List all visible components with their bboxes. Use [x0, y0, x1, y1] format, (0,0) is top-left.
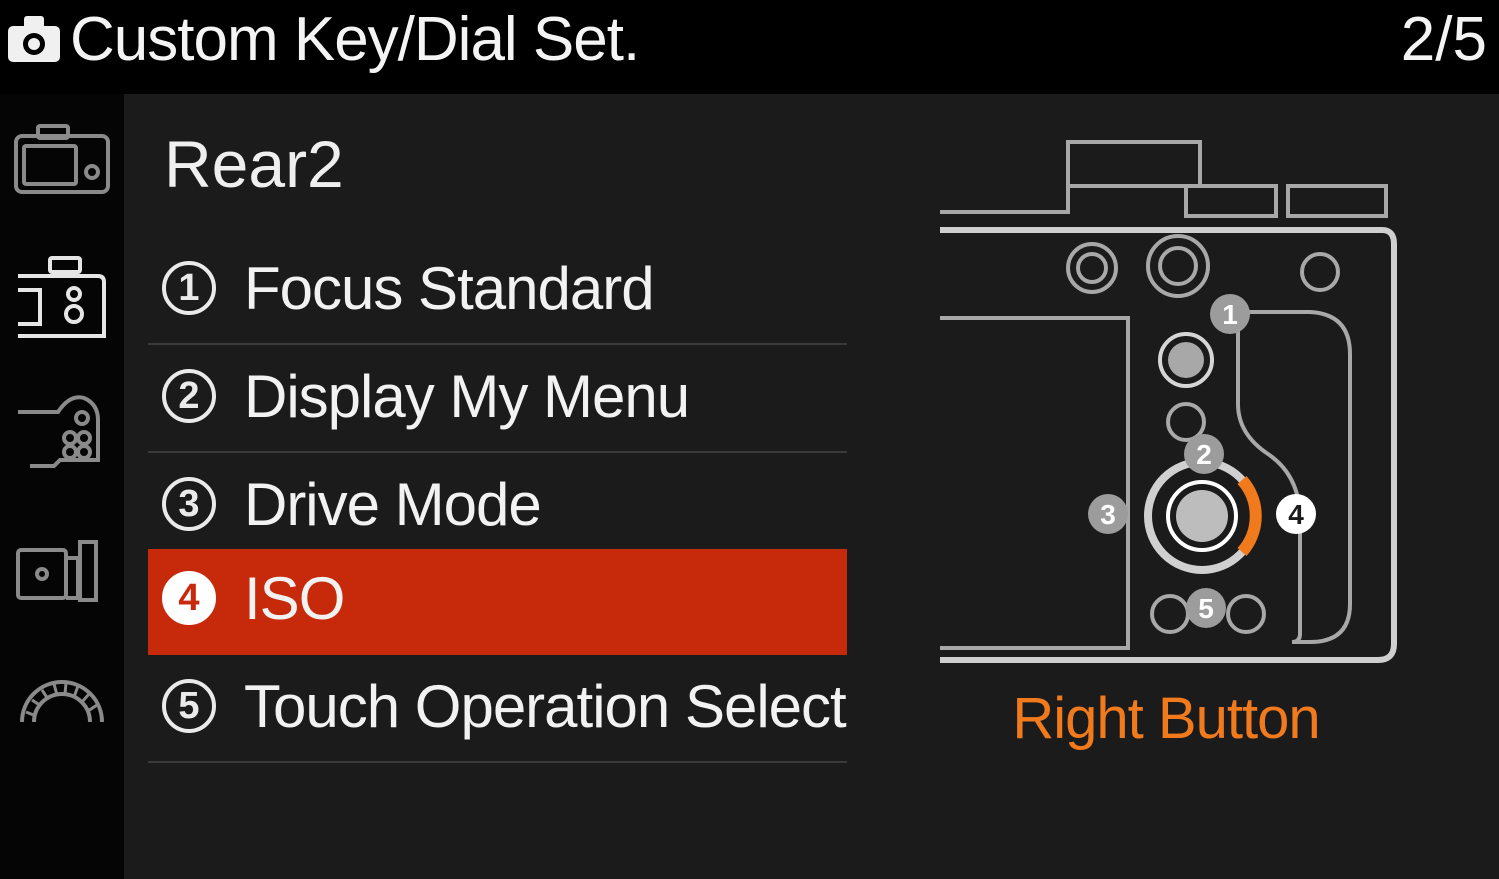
item-number-badge: 2: [162, 369, 216, 423]
item-label: Display My Menu: [244, 363, 690, 430]
diagram-marker-1: 1: [1222, 299, 1238, 330]
diagram-marker-5: 5: [1198, 593, 1214, 624]
item-label: Drive Mode: [244, 471, 542, 538]
item-label: Focus Standard: [244, 255, 655, 322]
list-item-display-my-menu[interactable]: 2 Display My Menu: [148, 347, 847, 453]
diagram-marker-2: 2: [1196, 439, 1212, 470]
section-title: Rear2: [164, 127, 344, 201]
item-label: Touch Operation Select: [244, 673, 847, 740]
diagram-marker-3: 3: [1100, 499, 1116, 530]
item-number-badge: 3: [162, 477, 216, 531]
item-number-badge: 1: [162, 261, 216, 315]
tab-dial[interactable]: [10, 666, 114, 756]
list-item-touch-operation-select[interactable]: 5 Touch Operation Select: [148, 657, 847, 763]
item-number-badge: 5: [162, 679, 216, 733]
page-title: Custom Key/Dial Set.: [70, 5, 640, 74]
camera-buttons-tab-icon: [18, 395, 100, 468]
tab-camera-body[interactable]: [10, 116, 114, 206]
list-item-focus-standard[interactable]: 1 Focus Standard: [148, 239, 847, 345]
main-panel: Rear2 1 Focus Standard 2 Display My Menu…: [124, 94, 1499, 879]
diagram-marker-4: 4: [1288, 499, 1304, 530]
list-item-iso[interactable]: 4 ISO: [148, 549, 847, 655]
camera-rear-diagram: 1 2 3 4 5: [940, 140, 1397, 663]
camera-icon: [8, 16, 60, 62]
dial-tab-icon: [20, 680, 104, 723]
tab-camera-rear[interactable]: [10, 254, 114, 344]
button-caption: Right Button: [1012, 686, 1320, 751]
camera-body-tab-icon: [14, 124, 110, 194]
camera-side-tab-icon: [16, 540, 98, 602]
list-item-drive-mode[interactable]: 3 Drive Mode: [148, 455, 847, 561]
item-label: ISO: [244, 565, 345, 632]
camera-rear-tab-icon: [18, 256, 106, 338]
item-number-badge: 4: [162, 571, 216, 625]
tab-camera-buttons[interactable]: [10, 390, 114, 480]
tab-camera-side[interactable]: [10, 528, 114, 618]
header-bar: Custom Key/Dial Set. 2/5: [0, 0, 1499, 94]
right-button-highlight: [1237, 476, 1262, 556]
sidebar: [0, 94, 124, 879]
page-indicator: 2/5: [1400, 5, 1487, 74]
